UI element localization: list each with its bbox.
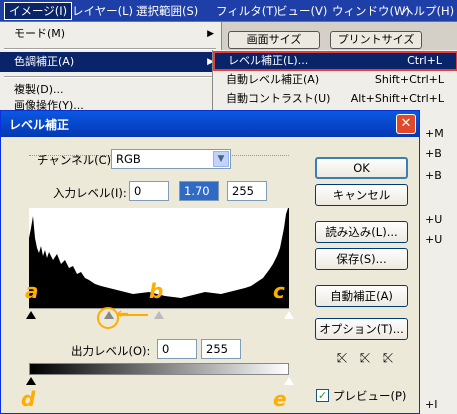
menu-layer[interactable]: レイヤー(L)	[68, 2, 137, 20]
print-size-button[interactable]: プリントサイズ	[330, 31, 422, 49]
ok-button[interactable]: OK	[315, 157, 408, 179]
shortcut-fragment: +U	[425, 233, 443, 246]
annotation-arrow-head: ←	[117, 306, 129, 322]
highlight-circle	[97, 307, 119, 329]
output-white-slider[interactable]	[284, 377, 294, 385]
shortcut-fragment: +M	[425, 127, 444, 140]
input-level-white[interactable]: 255	[227, 181, 267, 201]
shortcut-fragment: +B	[425, 169, 442, 182]
dialog-title: レベル補正	[9, 118, 70, 132]
white-eyedropper-icon[interactable]: ⤪	[381, 351, 395, 367]
submenu-item-auto-levels-label: 自動レベル補正(A)	[226, 73, 320, 86]
auto-button[interactable]: 自動補正(A)	[315, 285, 408, 307]
output-level-white[interactable]: 255	[201, 339, 241, 359]
dialog-titlebar[interactable]: レベル補正 ✕	[1, 111, 419, 137]
submenu-arrow-icon: ▶	[207, 29, 214, 39]
channel-value: RGB	[116, 152, 141, 166]
preview-label[interactable]: プレビュー(P)	[333, 388, 406, 404]
input-level-gamma[interactable]: 1.70	[179, 181, 219, 201]
menu-item-adjustments-label: 色調補正(A)	[14, 55, 75, 68]
shortcut-label: Shift+Ctrl+L	[374, 73, 444, 86]
shortcut-fragment: +I	[425, 398, 438, 411]
annotation-d: d	[21, 387, 36, 411]
close-icon: ✕	[400, 116, 412, 131]
menu-item-mode[interactable]: モード(M) ▶	[0, 24, 220, 44]
menu-select[interactable]: 選択範囲(S)	[132, 2, 202, 20]
screen-size-button[interactable]: 画面サイズ	[228, 31, 320, 49]
annotation-a: a	[25, 279, 39, 303]
menu-item-duplicate-label: 複製(D)...	[14, 83, 64, 96]
submenu-item-levels-label: レベル補正(L)...	[228, 54, 309, 67]
submenu-item-auto-contrast-label: 自動コントラスト(U)	[226, 92, 331, 105]
levels-dialog: レベル補正 ✕ チャンネル(C): RGB ▼ 入力レベル(I): 0 1.70…	[0, 110, 420, 414]
menu-help[interactable]: ヘルプ(H)	[398, 2, 457, 20]
annotation-b: b	[149, 279, 164, 303]
menu-image[interactable]: イメージ(I)	[4, 2, 73, 20]
menu-item-adjustments[interactable]: 色調補正(A) ▶	[0, 52, 220, 72]
channel-label: チャンネル(C):	[37, 153, 116, 167]
output-levels-label: 出力レベル(O):	[71, 344, 151, 358]
menu-separator	[4, 76, 216, 78]
input-levels-label: 入力レベル(I):	[53, 186, 127, 200]
menu-item-mode-label: モード(M)	[14, 27, 66, 40]
output-level-black[interactable]: 0	[157, 339, 197, 359]
cancel-button[interactable]: キャンセル	[315, 184, 408, 206]
shortcut-label: Alt+Shift+Ctrl+L	[350, 92, 444, 105]
preview-checkbox[interactable]: ✓	[316, 389, 329, 402]
input-level-black[interactable]: 0	[129, 181, 169, 201]
shortcut-label: Ctrl+L	[407, 54, 442, 67]
black-eyedropper-icon[interactable]: ⤪	[335, 351, 349, 367]
channel-select[interactable]: RGB ▼	[111, 149, 231, 169]
annotation-c: c	[273, 279, 285, 303]
input-white-slider[interactable]	[284, 311, 294, 319]
submenu-item-auto-contrast[interactable]: 自動コントラスト(U) Alt+Shift+Ctrl+L	[213, 89, 457, 109]
check-icon: ✓	[317, 389, 328, 402]
options-button[interactable]: オプション(T)...	[315, 318, 408, 340]
close-button[interactable]: ✕	[396, 114, 416, 134]
submenu-item-levels[interactable]: レベル補正(L)... Ctrl+L	[213, 51, 457, 71]
load-button[interactable]: 読み込み(L)...	[315, 221, 408, 243]
shortcut-fragment: +B	[425, 147, 442, 160]
menu-bar: イメージ(I) レイヤー(L) 選択範囲(S) フィルタ(T) ビュー(V) ウ…	[0, 0, 457, 22]
chevron-down-icon[interactable]: ▼	[213, 151, 229, 167]
annotation-e: e	[273, 387, 287, 411]
output-black-slider[interactable]	[26, 377, 36, 385]
input-slider-track	[29, 308, 289, 309]
save-button[interactable]: 保存(S)...	[315, 248, 408, 270]
menu-view[interactable]: ビュー(V)	[272, 2, 331, 20]
shortcut-fragment: +U	[425, 213, 443, 226]
submenu-item-auto-levels[interactable]: 自動レベル補正(A) Shift+Ctrl+L	[213, 70, 457, 90]
input-black-slider[interactable]	[26, 311, 36, 319]
menu-separator	[4, 48, 216, 50]
gamma-original-marker	[154, 311, 164, 319]
gray-eyedropper-icon[interactable]: ⤪	[358, 351, 372, 367]
output-gradient-bar	[29, 363, 289, 375]
